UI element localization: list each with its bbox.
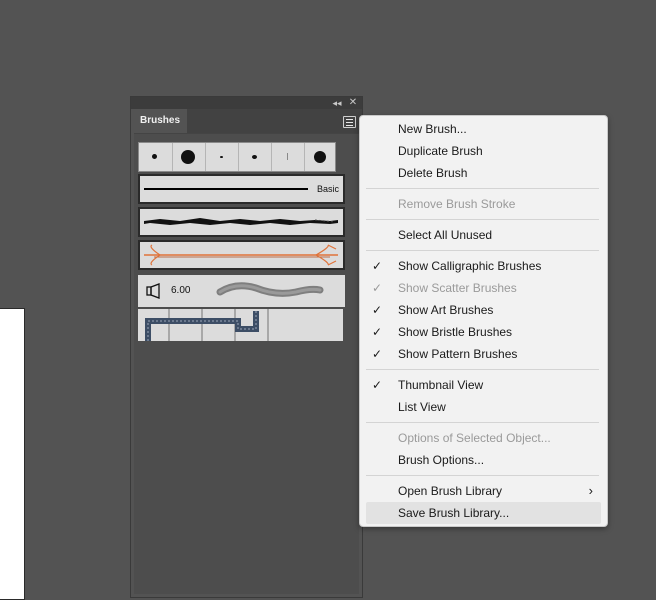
- check-icon: ✓: [372, 259, 383, 273]
- check-icon: ✓: [372, 347, 383, 361]
- arrow-art-brush[interactable]: [138, 240, 345, 270]
- calligraphic-brush-2[interactable]: [172, 143, 206, 171]
- menu-separator: [366, 250, 599, 251]
- calligraphic-brush-5[interactable]: [271, 143, 305, 171]
- menu-separator: [366, 475, 599, 476]
- bristle-stroke: [216, 282, 324, 297]
- menu-item-new-brush[interactable]: New Brush...: [360, 118, 607, 140]
- menu-item-brush-options[interactable]: Brush Options...: [360, 449, 607, 471]
- menu-separator: [366, 188, 599, 189]
- panel-titlebar[interactable]: ◂◂ ✕: [131, 97, 362, 109]
- calligraphic-brush-4[interactable]: [238, 143, 272, 171]
- menu-item-show-calligraphic-brushes[interactable]: ✓ Show Calligraphic Brushes: [360, 255, 607, 277]
- menu-item-list-view[interactable]: List View: [360, 396, 607, 418]
- menu-separator: [366, 422, 599, 423]
- check-icon: ✓: [372, 325, 383, 339]
- check-icon: ✓: [372, 281, 383, 295]
- basic-brush-stroke: [144, 188, 308, 190]
- check-icon: ✓: [372, 303, 383, 317]
- arrow-stroke: [144, 244, 338, 266]
- bristle-brush-icon: [146, 283, 160, 299]
- menu-item-open-brush-library[interactable]: Open Brush Library ›: [360, 480, 607, 502]
- double-chevron-left-icon[interactable]: ◂◂: [331, 97, 343, 109]
- calligraphic-brush-3[interactable]: [205, 143, 239, 171]
- calligraphic-brush-6[interactable]: [304, 143, 337, 171]
- brushes-panel-menu: New Brush... Duplicate Brush Delete Brus…: [359, 115, 608, 527]
- charcoal-art-brush[interactable]: [138, 207, 345, 237]
- pattern-brush-swatches: [145, 309, 269, 341]
- charcoal-stroke: [144, 218, 338, 225]
- tab-brushes[interactable]: Brushes: [131, 109, 187, 133]
- brushes-list: Basic 6.00: [134, 133, 359, 594]
- basic-brush-label: Basic: [316, 184, 339, 194]
- menu-item-save-brush-library[interactable]: Save Brush Library...: [366, 502, 601, 524]
- check-icon: ✓: [372, 378, 383, 392]
- close-icon[interactable]: ✕: [347, 97, 359, 109]
- menu-item-options-of-selected-object: Options of Selected Object...: [398, 431, 551, 445]
- basic-brush[interactable]: Basic: [138, 174, 345, 204]
- pattern-brush[interactable]: [138, 309, 343, 341]
- menu-item-show-pattern-brushes[interactable]: ✓ Show Pattern Brushes: [360, 343, 607, 365]
- brushes-panel: ◂◂ ✕ Brushes Basic 6.00: [130, 96, 363, 598]
- panel-tabbar: Brushes: [131, 109, 362, 133]
- chevron-right-icon: ›: [588, 483, 593, 498]
- menu-item-delete-brush[interactable]: Delete Brush: [360, 162, 607, 184]
- menu-separator: [366, 219, 599, 220]
- menu-item-duplicate-brush[interactable]: Duplicate Brush: [360, 140, 607, 162]
- bristle-size-value: 6.00: [171, 285, 191, 296]
- menu-item-thumbnail-view[interactable]: ✓ Thumbnail View: [360, 374, 607, 396]
- artboard-edge: [0, 308, 25, 600]
- menu-separator: [366, 369, 599, 370]
- menu-item-select-all-unused[interactable]: Select All Unused: [360, 224, 607, 246]
- calligraphic-brushes-row: [138, 142, 336, 172]
- menu-item-show-scatter-brushes: ✓ Show Scatter Brushes: [360, 277, 607, 299]
- menu-item-show-art-brushes[interactable]: ✓ Show Art Brushes: [360, 299, 607, 321]
- calligraphic-brush-1[interactable]: [139, 143, 173, 171]
- hamburger-menu-icon[interactable]: [343, 116, 356, 128]
- bristle-brush[interactable]: 6.00: [138, 275, 345, 307]
- menu-item-remove-brush-stroke: Remove Brush Stroke: [398, 197, 516, 211]
- menu-item-show-bristle-brushes[interactable]: ✓ Show Bristle Brushes: [360, 321, 607, 343]
